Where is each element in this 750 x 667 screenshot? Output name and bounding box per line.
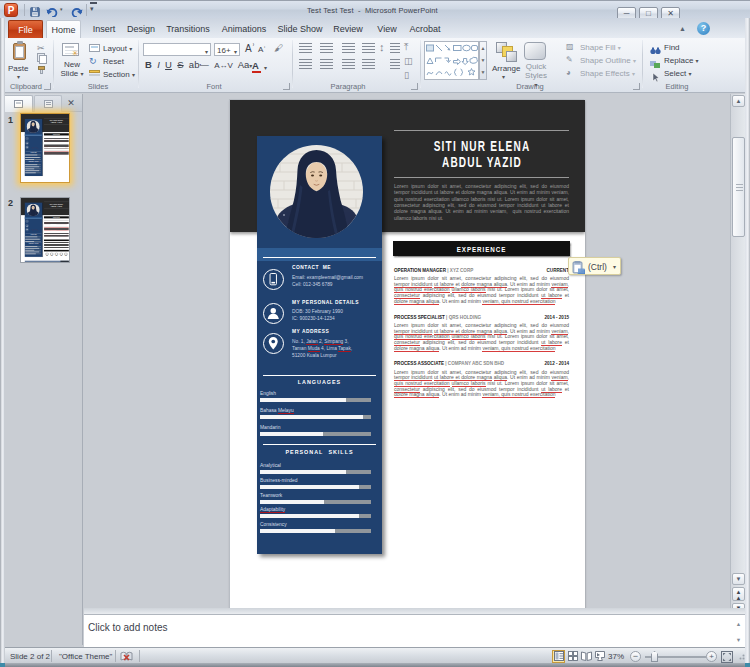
svg-text:aaa: aaa (51, 255, 53, 256)
svg-text:aaa: aaa (60, 255, 62, 256)
svg-text:aaa: aaa (56, 255, 58, 256)
svg-text:aaa: aaa (65, 255, 67, 256)
svg-text:aaa: aaa (46, 255, 48, 256)
